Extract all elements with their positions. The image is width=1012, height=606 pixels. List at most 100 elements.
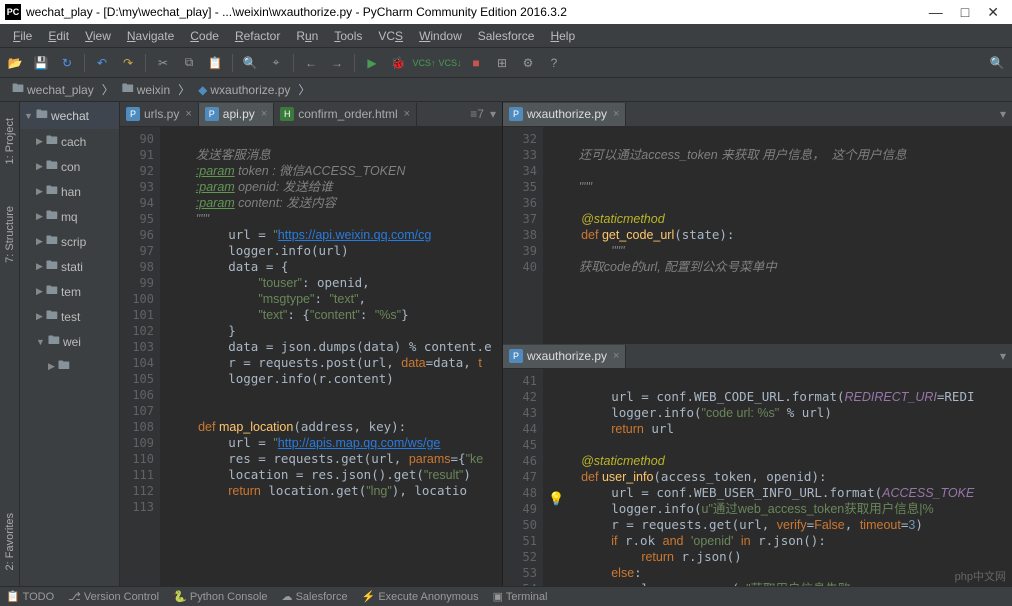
code-area[interactable]: url = conf.WEB_CODE_URL.format(REDIRECT_… [543,369,1012,586]
python-file-icon: P [509,107,523,121]
lightbulb-icon[interactable]: 💡 [548,491,564,507]
right-bottom-tabs: Pwxauthorize.py× ▾ [503,344,1012,369]
tree-item[interactable]: ▶🖿stati [20,254,119,279]
tree-root[interactable]: ▼🖿wechat [20,102,119,129]
breadcrumb-root[interactable]: 🖿wechat_play [6,79,100,100]
menu-tools[interactable]: Tools [327,27,369,45]
settings-icon[interactable]: ⚙ [519,54,537,72]
gutter: 323334353637383940 [503,127,543,344]
cut-icon[interactable]: ✂ [154,54,172,72]
menu-code[interactable]: Code [183,27,226,45]
left-editor-tabs: Purls.py× Papi.py× Hconfirm_order.html× … [120,102,502,127]
tree-item[interactable]: ▶🖿con [20,154,119,179]
status-execute-anon[interactable]: ⚡ Execute Anonymous [362,590,479,603]
chevron-down-icon[interactable]: ▾ [1000,349,1006,363]
close-icon[interactable]: × [613,350,619,362]
vcs-down-icon[interactable]: VCS↓ [441,54,459,72]
save-icon[interactable]: 💾 [32,54,50,72]
refresh-icon[interactable]: ↻ [58,54,76,72]
close-button[interactable]: ✕ [987,4,999,21]
navigation-bar: 🖿wechat_play〉 🖿weixin〉 ◆wxauthorize.py〉 [0,78,1012,102]
tree-item[interactable]: ▶🖿tem [20,279,119,304]
status-salesforce[interactable]: ☁ Salesforce [282,590,348,603]
stop-icon[interactable]: ■ [467,54,485,72]
menu-salesforce[interactable]: Salesforce [471,27,542,45]
code-area[interactable]: 还可以通过access_token 来获取 用户信息， 这个用户信息 """ @… [543,127,1012,344]
menu-refactor[interactable]: Refactor [228,27,287,45]
maximize-button[interactable]: □ [961,4,969,21]
debug-icon[interactable]: 🐞 [389,54,407,72]
window-titlebar: PC wechat_play - [D:\my\wechat_play] - .… [0,0,1012,24]
menu-bar: File Edit View Navigate Code Refactor Ru… [0,24,1012,48]
search-everywhere-icon[interactable]: 🔍 [988,54,1006,72]
tool-tab-structure[interactable]: 7: Structure [2,200,18,269]
forward-icon[interactable]: → [328,54,346,72]
left-tool-strip: 1: Project 7: Structure 2: Favorites [0,102,20,586]
find-icon[interactable]: 🔍 [241,54,259,72]
tree-item[interactable]: ▼🖿wei [20,329,119,354]
main-toolbar: 📂 💾 ↻ ↶ ↷ ✂ ⧉ 📋 🔍 ⌖ ← → ▶ 🐞 VCS↑ VCS↓ ■ … [0,48,1012,78]
python-file-icon: ◆ [198,83,207,97]
chevron-down-icon[interactable]: ▾ [490,107,496,121]
right-top-editor[interactable]: 323334353637383940 还可以通过access_token 来获取… [503,127,1012,344]
menu-window[interactable]: Window [412,27,469,45]
breadcrumb-file[interactable]: ◆wxauthorize.py [192,83,296,97]
status-todo[interactable]: 📋 TODO [6,590,54,603]
tree-item[interactable]: ▶🖿 [20,354,119,379]
tree-item[interactable]: ▶🖿han [20,179,119,204]
status-vcs[interactable]: ⎇ Version Control [68,590,159,603]
left-editor[interactable]: 9091929394959697989910010110210310410510… [120,127,502,586]
menu-navigate[interactable]: Navigate [120,27,181,45]
gutter: 4142434445464748495051525354 [503,369,543,586]
row-indicator: ≡7 [470,107,484,121]
code-area[interactable]: 发送客服消息 :param token : 微信ACCESS_TOKEN :pa… [160,127,502,586]
tool-tab-favorites[interactable]: 2: Favorites [2,507,18,576]
menu-view[interactable]: View [78,27,118,45]
right-top-tabs: Pwxauthorize.py× ▾ [503,102,1012,127]
structure-icon[interactable]: ⊞ [493,54,511,72]
watermark: php中文网 [955,568,1006,584]
app-icon: PC [5,4,21,20]
python-file-icon: P [205,107,219,121]
python-file-icon: P [509,349,523,363]
tab-confirm-order[interactable]: Hconfirm_order.html× [274,103,417,126]
project-tree[interactable]: ▼🖿wechat ▶🖿cach ▶🖿con ▶🖿han ▶🖿mq ▶🖿scrip… [20,102,120,586]
replace-icon[interactable]: ⌖ [267,54,285,72]
menu-edit[interactable]: Edit [41,27,76,45]
tree-item[interactable]: ▶🖿scrip [20,229,119,254]
tree-item[interactable]: ▶🖿test [20,304,119,329]
redo-icon[interactable]: ↷ [119,54,137,72]
undo-icon[interactable]: ↶ [93,54,111,72]
minimize-button[interactable]: — [929,4,943,21]
tree-item[interactable]: ▶🖿mq [20,204,119,229]
back-icon[interactable]: ← [302,54,320,72]
python-file-icon: P [126,107,140,121]
menu-file[interactable]: File [6,27,39,45]
paste-icon[interactable]: 📋 [206,54,224,72]
tab-api[interactable]: Papi.py× [199,103,274,126]
vcs-up-icon[interactable]: VCS↑ [415,54,433,72]
menu-vcs[interactable]: VCS [371,27,410,45]
tab-wxauthorize-top[interactable]: Pwxauthorize.py× [503,103,626,126]
window-title: wechat_play - [D:\my\wechat_play] - ...\… [26,5,929,19]
right-bottom-editor[interactable]: 💡 4142434445464748495051525354 url = con… [503,369,1012,586]
close-icon[interactable]: × [404,108,410,120]
help-icon[interactable]: ? [545,54,563,72]
status-terminal[interactable]: ▣ Terminal [493,590,548,603]
copy-icon[interactable]: ⧉ [180,54,198,72]
gutter: 9091929394959697989910010110210310410510… [120,127,160,586]
close-icon[interactable]: × [185,108,191,120]
close-icon[interactable]: × [261,108,267,120]
run-icon[interactable]: ▶ [363,54,381,72]
open-icon[interactable]: 📂 [6,54,24,72]
status-python-console[interactable]: 🐍 Python Console [173,590,267,603]
close-icon[interactable]: × [613,108,619,120]
menu-run[interactable]: Run [289,27,325,45]
menu-help[interactable]: Help [543,27,582,45]
chevron-down-icon[interactable]: ▾ [1000,107,1006,121]
breadcrumb-folder[interactable]: 🖿weixin [116,79,176,100]
tool-tab-project[interactable]: 1: Project [2,112,18,170]
tab-urls[interactable]: Purls.py× [120,103,199,126]
tree-item[interactable]: ▶🖿cach [20,129,119,154]
tab-wxauthorize-bottom[interactable]: Pwxauthorize.py× [503,345,626,368]
